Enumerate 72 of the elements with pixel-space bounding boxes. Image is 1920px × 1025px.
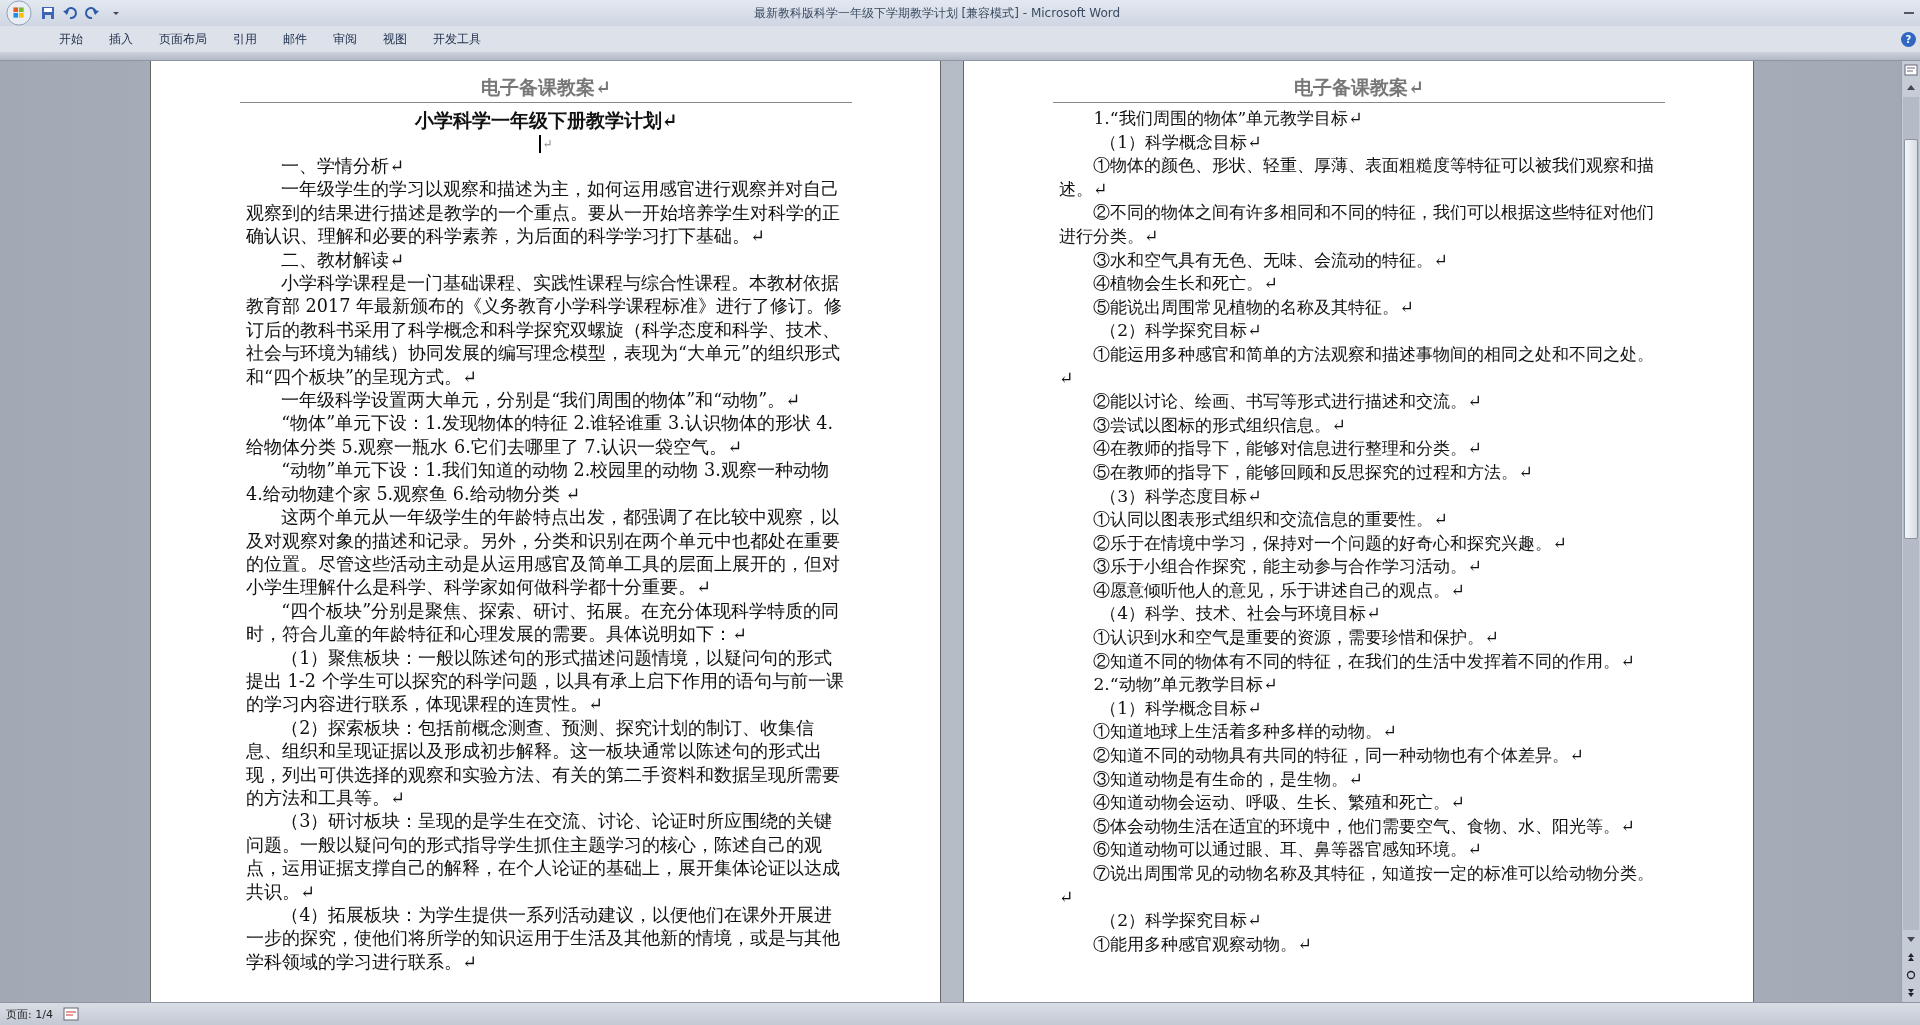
- paragraph: （1）科学概念目标↵: [1099, 130, 1263, 154]
- paragraph: 这两个单元从一年级学生的年龄特点出发，都强调了在比较中观察，以及对观察对象的描述和记录。另外，分类和识别在两个单元中也都处在重要的位置。尽管这些活动主动是从运用感官及简单工具的层面上展开的，但对小学生理解什么是科学、科学家如何做科学都十分重要。↵: [246, 506, 841, 600]
- paragraph: “动物”单元下设：1.我们知道的动物 2.校园里的动物 3.观察一种动物 4.给动物建个家 5.观察鱼 6.给动物分类 ↵: [246, 459, 830, 506]
- paragraph: ①知道地球上生活着多种多样的动物。↵: [1092, 720, 1398, 744]
- paragraph: “四个板块”分别是聚焦、探索、研讨、拓展。在充分体现科学特质的同时，符合儿童的年龄特征和心理发展的需要。具体说明如下：↵: [246, 599, 841, 647]
- paragraph: 一、学情分析↵: [280, 155, 405, 178]
- vertical-scrollbar[interactable]: [1901, 61, 1920, 1002]
- paragraph: ⑤体会动物生活在适宜的环境中，他们需要空气、食物、水、阳光等。↵: [1092, 814, 1636, 838]
- scroll-thumb[interactable]: [1904, 139, 1918, 539]
- paragraph: （1）科学概念目标↵: [1099, 696, 1263, 720]
- paragraph: （4）科学、技术、社会与环境目标↵: [1099, 602, 1382, 626]
- browse-object-icon[interactable]: [1904, 968, 1918, 982]
- ribbon-tab[interactable]: 引用: [220, 28, 270, 50]
- document-title: 小学科学一年级下册教学计划↵: [413, 108, 679, 133]
- paragraph: （2）科学探究目标↵: [1099, 319, 1263, 343]
- ribbon-tab[interactable]: 插入: [96, 28, 146, 50]
- paragraph: ④知道动物会运动、呼吸、生长、繁殖和死亡。↵: [1092, 791, 1466, 815]
- undo-icon[interactable]: [62, 5, 78, 21]
- paragraph-mark: ↵: [542, 137, 553, 151]
- paragraph: ①物体的颜色、形状、轻重、厚薄、表面粗糙度等特征可以被我们观察和描述。↵: [1059, 154, 1656, 201]
- paragraph: ①认同以图表形式组织和交流信息的重要性。↵: [1092, 508, 1449, 532]
- paragraph: ②知道不同的动物具有共同的特征，同一种动物也有个体差异。↵: [1092, 744, 1585, 768]
- office-button-icon[interactable]: [6, 0, 32, 26]
- redo-icon[interactable]: [84, 5, 100, 21]
- text-cursor: [539, 135, 542, 153]
- paragraph: ②能以讨论、绘画、书写等形式进行描述和交流。↵: [1092, 390, 1483, 414]
- paragraph: ⑤在教师的指导下，能够回顾和反思探究的过程和方法。↵: [1092, 460, 1534, 484]
- paragraph: “物体”单元下设：1.发现物体的特征 2.谁轻谁重 3.认识物体的形状 4.给物体分类 5.观察一瓶水 6.它们去哪里了 7.认识一袋空气。↵: [246, 412, 835, 459]
- paragraph: ④植物会生长和死亡。↵: [1092, 272, 1279, 296]
- paragraph: ①能运用多种感官和简单的方法观察和描述事物间的相同之处和不同之处。↵: [1059, 342, 1656, 390]
- paragraph: 一年级学生的学习以观察和描述为主，如何运用感官进行观察并对自己观察到的结果进行描述是教学的一个重点。要从一开始培养学生对科学的正确认识、理解和必要的科学素养，为后面的科学学习打下基础。↵: [246, 178, 841, 249]
- paragraph: ④在教师的指导下，能够对信息进行整理和分类。↵: [1092, 437, 1483, 461]
- paragraph: ①能用多种感官观察动物。↵: [1092, 932, 1313, 956]
- ribbon-tab[interactable]: 开发工具: [420, 28, 494, 50]
- page-count[interactable]: 页面: 1/4: [6, 1006, 53, 1022]
- paragraph: （2）科学探究目标↵: [1099, 909, 1263, 933]
- page-header: 电子备课教案↵: [480, 75, 612, 99]
- paragraph: ⑤能说出周围常见植物的名称及其特征。↵: [1092, 295, 1415, 319]
- save-icon[interactable]: [40, 5, 56, 21]
- paragraph: 小学科学课程是一门基础课程、实践性课程与综合性课程。本教材依据教育部 2017 年最新颁布的《义务教育小学科学课程标准》进行了修订。修订后的教科书采用了科学概念和科学探究双螺旋（科学态度和科学、技术、社会与环境为辅线）协同发展的编写理念模型，表现为“大单元”的组织形式和“四个板块”的呈现方式。↵: [246, 272, 843, 389]
- paragraph: 二、教材解读↵: [280, 248, 405, 272]
- paragraph: （3）研讨板块：呈现的是学生在交流、讨论、论证时所应围绕的关键问题。一般以疑问句的形式指导学生抓住主题学习的核心，陈述自己的观点，运用证据支撑自己的解释，在个人论证的基础上，展开集体论证以达成共识。↵: [246, 810, 841, 904]
- ribbon-tab[interactable]: 邮件: [270, 28, 320, 50]
- paragraph: ⑦说出周围常见的动物名称及其特征，知道按一定的标准可以给动物分类。↵: [1059, 862, 1656, 909]
- paragraph: ③水和空气具有无色、无味、会流动的特征。↵: [1092, 248, 1449, 272]
- paragraph: ③乐于小组合作探究，能主动参与合作学习活动。↵: [1092, 555, 1483, 579]
- paragraph: 一年级科学设置两大单元，分别是“我们周围的物体”和“动物”。↵: [280, 389, 801, 413]
- paragraph: （3）科学态度目标↵: [1099, 484, 1263, 508]
- ribbon-tab[interactable]: 视图: [370, 28, 420, 50]
- paragraph: （2）探索板块：包括前概念测查、预测、探究计划的制订、收集信息、组织和呈现证据以及形成初步解释。这一板块通常以陈述句的形式出现，列出可供选择的观察和实验方法、有关的第二手资料和数据呈现所需要的方法和工具等。↵: [246, 716, 841, 810]
- minimize-icon[interactable]: [1904, 11, 1914, 15]
- paragraph: ④愿意倾听他人的意见，乐于讲述自己的观点。↵: [1092, 578, 1466, 602]
- document-check-icon[interactable]: [62, 1007, 79, 1021]
- paragraph: ②乐于在情境中学习，保持对一个问题的好奇心和探究兴趣。↵: [1092, 531, 1568, 555]
- paragraph: 1.“我们周围的物体”单元教学目标↵: [1092, 107, 1364, 130]
- help-button[interactable]: ?: [1901, 31, 1916, 47]
- paragraph: 2.“动物”单元教学目标↵: [1092, 673, 1279, 697]
- paragraph: ③尝试以图标的形式组织信息。↵: [1092, 413, 1347, 437]
- window-title: 最新教科版科学一年级下学期教学计划 [兼容模式] - Microsoft Word: [752, 4, 1122, 22]
- paragraph: ③知道动物是有生命的，是生物。↵: [1092, 767, 1364, 791]
- paragraph: （4）拓展板块：为学生提供一系列活动建议，以便他们在课外开展进一步的探究，使他们将所学的知识运用于生活及其他新的情境，或是与其他学科领域的学习进行联系。↵: [246, 904, 841, 974]
- ribbon-tab[interactable]: 审阅: [320, 28, 370, 50]
- page-header: 电子备课教案↵: [1293, 75, 1425, 99]
- paragraph: ②不同的物体之间有许多相同和不同的特征，我们可以根据这些特征对他们进行分类。↵: [1059, 201, 1656, 248]
- ribbon-tab[interactable]: 页面布局: [146, 28, 220, 50]
- paragraph: ②知道不同的物体有不同的特征，在我们的生活中发挥着不同的作用。↵: [1092, 649, 1636, 673]
- ruler-toggle-icon[interactable]: [1904, 63, 1918, 77]
- paragraph: ⑥知道动物可以通过眼、耳、鼻等器官感知环境。↵: [1092, 838, 1483, 862]
- dropdown-caret-icon[interactable]: [112, 9, 120, 17]
- paragraph: ①认识到水和空气是重要的资源，需要珍惜和保护。↵: [1092, 626, 1500, 650]
- paragraph: （1）聚焦板块：一般以陈述句的形式描述问题情境，以疑问句的形式提出 1-2 个学生可以探究的科学问题，以具有承上启下作用的语句与前一课的学习内容进行联系，体现课程的连贯性。↵: [246, 646, 845, 717]
- ribbon-tab[interactable]: 开始: [46, 28, 96, 50]
